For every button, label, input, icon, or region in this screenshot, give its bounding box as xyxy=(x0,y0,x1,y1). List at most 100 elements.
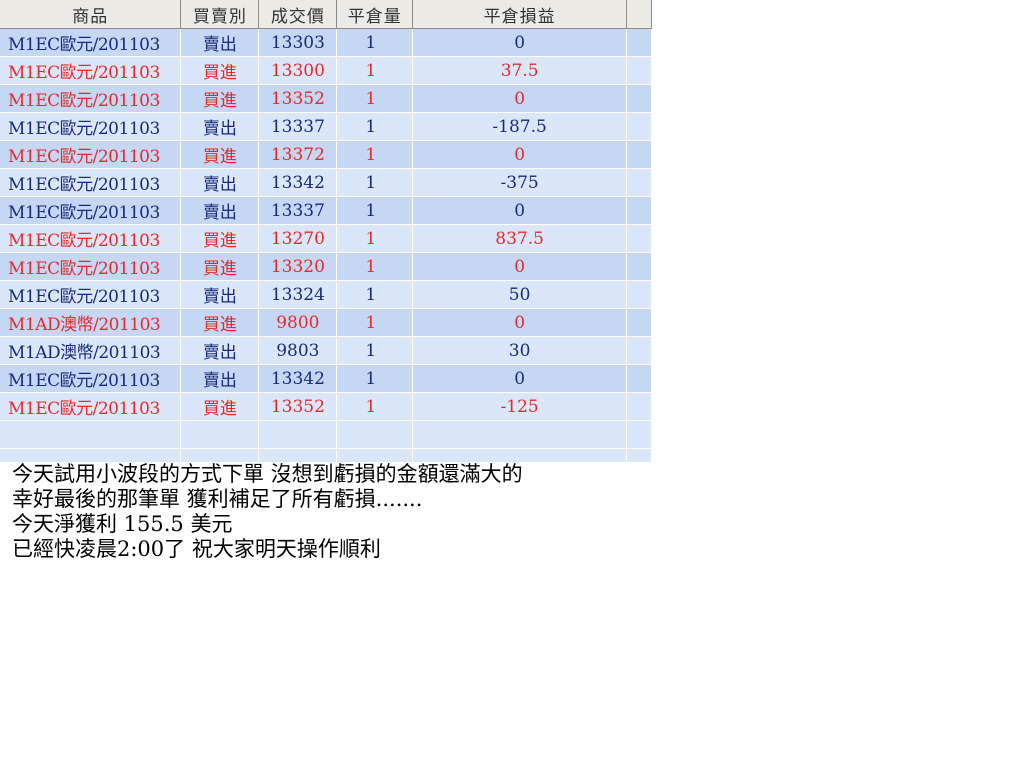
table-row[interactable]: M1EC歐元/201103 買進 13300 1 37.5 xyxy=(0,56,652,85)
empty-row xyxy=(0,448,652,462)
cell-pnl: -375 xyxy=(412,168,627,197)
cell-pnl: 0 xyxy=(412,308,627,337)
cell-product: M1EC歐元/201103 xyxy=(0,84,182,113)
trade-grid: 商品 買賣別 成交價 平倉量 平倉損益 M1EC歐元/201103 賣出 13303… xyxy=(0,0,652,462)
cell-qty: 1 xyxy=(336,56,414,85)
cell-price: 13270 xyxy=(258,224,338,253)
table-row[interactable]: M1AD澳幣/201103 賣出 9803 1 30 xyxy=(0,336,652,365)
cell-qty: 1 xyxy=(336,364,414,393)
cell-product: M1AD澳幣/201103 xyxy=(0,308,182,337)
table-row[interactable]: M1EC歐元/201103 賣出 13337 1 0 xyxy=(0,196,652,225)
empty-cell xyxy=(0,420,182,449)
table-row[interactable]: M1EC歐元/201103 買進 13270 1 837.5 xyxy=(0,224,652,253)
table-row[interactable]: M1EC歐元/201103 買進 13320 1 0 xyxy=(0,252,652,281)
cell-product: M1AD澳幣/201103 xyxy=(0,336,182,365)
cell-side: 買進 xyxy=(180,56,260,85)
table-row[interactable]: M1EC歐元/201103 賣出 13303 1 0 xyxy=(0,28,652,57)
cell-price: 13324 xyxy=(258,280,338,309)
cell-pnl: 0 xyxy=(412,364,627,393)
cell-qty: 1 xyxy=(336,140,414,169)
empty-cell xyxy=(0,448,182,462)
empty-cell xyxy=(258,448,338,462)
cell-pnl: 50 xyxy=(412,280,627,309)
cell-pnl: 0 xyxy=(412,84,627,113)
cell-product: M1EC歐元/201103 xyxy=(0,224,182,253)
cell-filler xyxy=(626,140,652,169)
cell-side: 賣出 xyxy=(180,196,260,225)
cell-filler xyxy=(626,280,652,309)
cell-side: 買進 xyxy=(180,308,260,337)
table-row[interactable]: M1EC歐元/201103 賣出 13342 1 -375 xyxy=(0,168,652,197)
cell-product: M1EC歐元/201103 xyxy=(0,28,182,57)
cell-qty: 1 xyxy=(336,112,414,141)
cell-filler xyxy=(626,336,652,365)
cell-qty: 1 xyxy=(336,252,414,281)
cell-filler xyxy=(626,28,652,57)
note-line: 今天試用小波段的方式下單 沒想到虧損的金額還滿大的 xyxy=(12,462,523,486)
cell-filler xyxy=(626,196,652,225)
cell-price: 13303 xyxy=(258,28,338,57)
cell-qty: 1 xyxy=(336,308,414,337)
cell-side: 賣出 xyxy=(180,28,260,57)
cell-pnl: -187.5 xyxy=(412,112,627,141)
cell-qty: 1 xyxy=(336,224,414,253)
cell-side: 買進 xyxy=(180,84,260,113)
cell-price: 13352 xyxy=(258,392,338,421)
table-body: M1EC歐元/201103 賣出 13303 1 0 M1EC歐元/201103 買進 133… xyxy=(0,28,652,462)
column-header-qty[interactable]: 平倉量 xyxy=(336,0,414,29)
cell-qty: 1 xyxy=(336,280,414,309)
cell-price: 13300 xyxy=(258,56,338,85)
column-header-pnl[interactable]: 平倉損益 xyxy=(412,0,627,29)
cell-side: 買進 xyxy=(180,140,260,169)
column-header-product[interactable]: 商品 xyxy=(0,0,182,29)
cell-product: M1EC歐元/201103 xyxy=(0,196,182,225)
cell-pnl: 837.5 xyxy=(412,224,627,253)
empty-cell xyxy=(626,448,652,462)
column-header-price[interactable]: 成交價 xyxy=(258,0,338,29)
cell-side: 買進 xyxy=(180,252,260,281)
empty-cell xyxy=(180,448,260,462)
cell-pnl: 0 xyxy=(412,196,627,225)
cell-side: 賣出 xyxy=(180,364,260,393)
empty-cell xyxy=(258,420,338,449)
cell-filler xyxy=(626,84,652,113)
table-row[interactable]: M1EC歐元/201103 賣出 13337 1 -187.5 xyxy=(0,112,652,141)
cell-product: M1EC歐元/201103 xyxy=(0,56,182,85)
column-header-filler xyxy=(626,0,652,29)
empty-cell xyxy=(412,448,627,462)
empty-row xyxy=(0,420,652,449)
cell-product: M1EC歐元/201103 xyxy=(0,252,182,281)
table-row[interactable]: M1EC歐元/201103 賣出 13324 1 50 xyxy=(0,280,652,309)
cell-filler xyxy=(626,364,652,393)
cell-price: 13342 xyxy=(258,168,338,197)
note-line: 今天淨獲利 155.5 美元 xyxy=(12,512,233,536)
empty-cell xyxy=(336,448,414,462)
empty-cell xyxy=(336,420,414,449)
table-row[interactable]: M1AD澳幣/201103 買進 9800 1 0 xyxy=(0,308,652,337)
cell-price: 9803 xyxy=(258,336,338,365)
note-line: 已經快凌晨2:00了 祝大家明天操作順利 xyxy=(12,537,381,561)
cell-price: 9800 xyxy=(258,308,338,337)
cell-product: M1EC歐元/201103 xyxy=(0,168,182,197)
cell-price: 13342 xyxy=(258,364,338,393)
cell-qty: 1 xyxy=(336,336,414,365)
note-line: 幸好最後的那筆單 獲利補足了所有虧損....... xyxy=(12,487,423,511)
empty-cell xyxy=(412,420,627,449)
table-row[interactable]: M1EC歐元/201103 賣出 13342 1 0 xyxy=(0,364,652,393)
table-row[interactable]: M1EC歐元/201103 買進 13372 1 0 xyxy=(0,140,652,169)
cell-side: 賣出 xyxy=(180,280,260,309)
cell-qty: 1 xyxy=(336,28,414,57)
column-header-side[interactable]: 買賣別 xyxy=(180,0,260,29)
table-row[interactable]: M1EC歐元/201103 買進 13352 1 0 xyxy=(0,84,652,113)
cell-qty: 1 xyxy=(336,84,414,113)
cell-price: 13337 xyxy=(258,196,338,225)
cell-product: M1EC歐元/201103 xyxy=(0,112,182,141)
cell-filler xyxy=(626,308,652,337)
table-row[interactable]: M1EC歐元/201103 買進 13352 1 -125 xyxy=(0,392,652,421)
cell-qty: 1 xyxy=(336,392,414,421)
table-header-row: 商品 買賣別 成交價 平倉量 平倉損益 xyxy=(0,0,652,29)
note-text: 今天試用小波段的方式下單 沒想到虧損的金額還滿大的 幸好最後的那筆單 獲利補足了… xyxy=(12,462,652,562)
cell-pnl: 0 xyxy=(412,252,627,281)
cell-filler xyxy=(626,252,652,281)
cell-side: 買進 xyxy=(180,224,260,253)
